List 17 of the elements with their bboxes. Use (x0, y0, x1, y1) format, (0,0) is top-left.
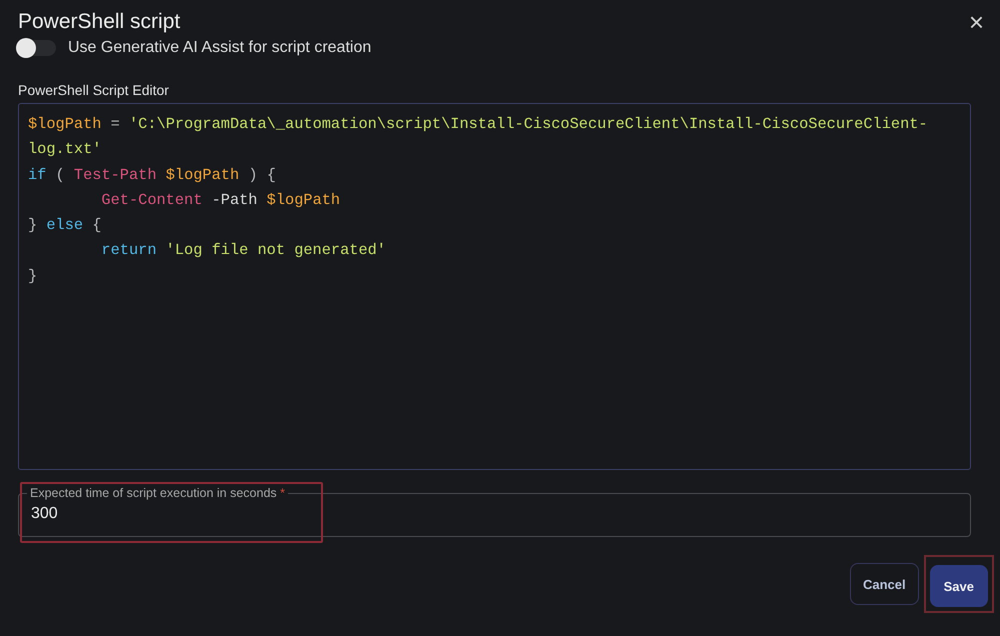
code-line: $logPath = 'C:\ProgramData\_automation\script\Install-CiscoSecureClient\Install-CiscoSecureClient- (28, 114, 929, 135)
dialog-title: PowerShell script (18, 10, 180, 34)
editor-label: PowerShell Script Editor (18, 82, 170, 98)
code-line: } else { (28, 215, 102, 236)
field-label: Expected time of script execution in seconds * (29, 486, 286, 501)
code-line: return 'Log file not generated' (100, 240, 387, 262)
code-line: } (28, 266, 38, 287)
code-line: Get-Content -Path $logPath (100, 190, 342, 211)
dialog-button[interactable]: Save (930, 565, 988, 607)
toggle-switch[interactable] (18, 40, 56, 56)
close-button[interactable]: × (968, 9, 984, 35)
field-value: 300 (31, 505, 59, 523)
dialog-button[interactable]: Cancel (850, 563, 919, 605)
code-line: log.txt' (28, 139, 102, 160)
toggle-label: Use Generative AI Assist for script creation (68, 38, 372, 58)
timeout-field[interactable]: Expected time of script execution in seconds * 300 (18, 486, 971, 537)
code-line: if ( Test-Path $logPath ) { (28, 164, 277, 186)
